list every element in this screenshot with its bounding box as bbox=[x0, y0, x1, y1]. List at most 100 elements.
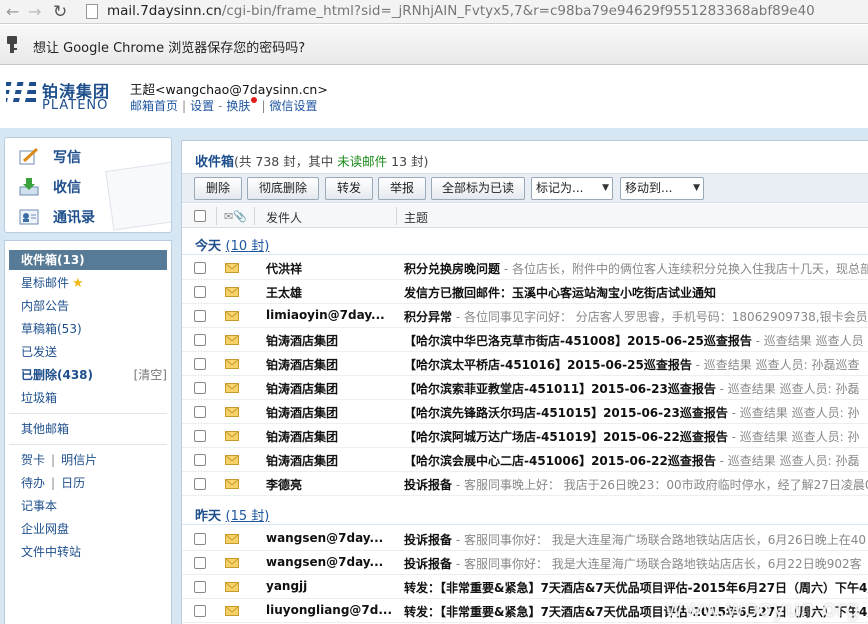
mail-row[interactable]: 铂涛酒店集团 【哈尔滨中华巴洛克草市街店-451008】2015-06-25巡查报… bbox=[182, 328, 868, 352]
row-subject-text: 【哈尔滨太平桥店-451016】2015-06-25巡查报告 bbox=[404, 358, 692, 372]
left-panel: 写信 收信 通讯录 收件箱(13) 星标邮件 ★ 内部公告 草稿箱(53) 已发送… bbox=[4, 137, 172, 624]
link-skin[interactable]: 换肤 bbox=[226, 99, 250, 113]
mark-as-select[interactable]: 标记为... ▼ bbox=[531, 177, 613, 200]
row-subject[interactable]: 投诉报备 - 客服同事你好： 我是大连星海广场联合路地铁站店店长，6月26日晚上… bbox=[404, 531, 866, 548]
folder-sent[interactable]: 已发送 bbox=[9, 342, 167, 362]
row-preview: - 客服同事晚上好： 我店于26日晚23：00市政府临时停水，经了解27日凌晨0 bbox=[452, 478, 868, 492]
tools-row-todo: 待办 | 日历 bbox=[21, 476, 86, 490]
mail-row[interactable]: wangsen@7day... 投诉报备 - 客服同事你好： 我是大连星海广场联合… bbox=[182, 551, 868, 575]
row-subject[interactable]: 【哈尔滨阿城万达广场店-451019】2015-06-22巡查报告 - 巡查结果… bbox=[404, 428, 859, 445]
mail-row[interactable]: 铂涛酒店集团 【哈尔滨先锋路沃尔玛店-451015】2015-06-23巡查报告 … bbox=[182, 400, 868, 424]
column-sender[interactable]: 发件人 bbox=[266, 209, 302, 226]
row-checkbox[interactable] bbox=[194, 382, 206, 394]
mail-row[interactable]: 铂涛酒店集团 【哈尔滨太平桥店-451016】2015-06-25巡查报告 - 巡… bbox=[182, 352, 868, 376]
row-subject[interactable]: 投诉报备 - 客服同事晚上好： 我店于26日晚23：00市政府临时停水，经了解2… bbox=[404, 476, 868, 493]
link-wechat-settings[interactable]: 微信设置 bbox=[269, 99, 317, 113]
row-checkbox[interactable] bbox=[194, 454, 206, 466]
link-card[interactable]: 贺卡 bbox=[21, 453, 45, 467]
clear-trash-link[interactable]: [清空] bbox=[134, 365, 167, 385]
envelope-icon bbox=[225, 407, 239, 417]
row-checkbox[interactable] bbox=[194, 406, 206, 418]
link-calendar[interactable]: 日历 bbox=[61, 476, 85, 490]
back-icon[interactable]: ← bbox=[6, 2, 19, 22]
folder-list: 收件箱(13) 星标邮件 ★ 内部公告 草稿箱(53) 已发送 已删除(438) [… bbox=[4, 240, 172, 624]
mail-row[interactable]: limiaoyin@7day... 积分异常 - 各位同事见字问好： 分店客人罗思… bbox=[182, 304, 868, 328]
row-checkbox[interactable] bbox=[194, 557, 206, 569]
forward-button[interactable]: 转发 bbox=[325, 177, 373, 200]
compose-button[interactable]: 写信 bbox=[19, 144, 81, 170]
move-to-select[interactable]: 移动到... ▼ bbox=[620, 177, 704, 200]
receive-button[interactable]: 收信 bbox=[19, 174, 81, 200]
unread-link[interactable]: 未读邮件 bbox=[337, 154, 387, 169]
row-subject[interactable]: 【哈尔滨中华巴洛克草市街店-451008】2015-06-25巡查报告 - 巡查… bbox=[404, 332, 864, 349]
envelope-icon bbox=[225, 455, 239, 465]
row-subject[interactable]: 【哈尔滨索菲亚教堂店-451011】2015-06-23巡查报告 - 巡查结果 … bbox=[404, 380, 859, 397]
folder-internal[interactable]: 内部公告 bbox=[9, 296, 167, 316]
row-subject[interactable]: 积分异常 - 各位同事见字问好： 分店客人罗思睿，手机号码：1806290973… bbox=[404, 308, 868, 325]
link-todo[interactable]: 待办 bbox=[21, 476, 45, 490]
row-subject[interactable]: 【哈尔滨太平桥店-451016】2015-06-25巡查报告 - 巡查结果 巡查… bbox=[404, 356, 859, 373]
select-all-checkbox[interactable] bbox=[194, 210, 206, 222]
row-subject[interactable]: 转发：【非常重要&紧急】7天酒店&7天优品项目评估-2015年6月27日（周六）… bbox=[404, 579, 868, 596]
row-checkbox[interactable] bbox=[194, 605, 206, 617]
row-checkbox[interactable] bbox=[194, 478, 206, 490]
row-checkbox[interactable] bbox=[194, 430, 206, 442]
report-button[interactable]: 举报 bbox=[378, 177, 426, 200]
row-subject[interactable]: 【哈尔滨先锋路沃尔玛店-451015】2015-06-23巡查报告 - 巡查结果… bbox=[404, 404, 859, 421]
row-preview: - 客服同事你好： 我是大连星海广场联合路地铁站店店长，6月22日晚902客 bbox=[452, 557, 862, 571]
link-settings[interactable]: 设置 bbox=[190, 99, 214, 113]
mail-row[interactable]: 王太雄 发信方已撤回邮件：玉溪中心客运站淘宝小吃街店试业通知 bbox=[182, 280, 868, 304]
group-today-count[interactable]: (10 封) bbox=[226, 239, 270, 254]
folder-starred[interactable]: 星标邮件 ★ bbox=[9, 273, 167, 293]
row-checkbox[interactable] bbox=[194, 358, 206, 370]
envelope-icon bbox=[225, 263, 239, 273]
address-bar[interactable]: mail.7daysinn.cn/cgi-bin/frame_html?sid=… bbox=[107, 3, 815, 19]
column-subject[interactable]: 主题 bbox=[404, 209, 428, 226]
mail-row[interactable]: 铂涛酒店集团 【哈尔滨阿城万达广场店-451019】2015-06-22巡查报告 … bbox=[182, 424, 868, 448]
row-subject[interactable]: 【哈尔滨会展中心二店-451006】2015-06-22巡查报告 - 巡查结果 … bbox=[404, 452, 859, 469]
row-checkbox[interactable] bbox=[194, 533, 206, 545]
folder-junk[interactable]: 垃圾箱 bbox=[9, 388, 167, 408]
folder-drafts[interactable]: 草稿箱(53) bbox=[9, 319, 167, 339]
link-notes[interactable]: 记事本 bbox=[9, 496, 167, 516]
delete-button[interactable]: 删除 bbox=[194, 177, 242, 200]
mark-all-read-button[interactable]: 全部标为已读 bbox=[431, 177, 525, 200]
row-checkbox[interactable] bbox=[194, 581, 206, 593]
row-sender: liuyongliang@7d... bbox=[266, 603, 393, 617]
row-sender: 代洪祥 bbox=[266, 262, 303, 276]
row-checkbox[interactable] bbox=[194, 334, 206, 346]
user-account: 王超<wangchao@7daysinn.cn> bbox=[130, 82, 328, 97]
row-subject-text: 【哈尔滨先锋路沃尔玛店-451015】2015-06-23巡查报告 bbox=[404, 406, 728, 420]
reload-icon[interactable]: ↻ bbox=[53, 2, 67, 22]
forward-icon[interactable]: → bbox=[28, 2, 41, 22]
mail-row[interactable]: 铂涛酒店集团 【哈尔滨索菲亚教堂店-451011】2015-06-23巡查报告 -… bbox=[182, 376, 868, 400]
row-checkbox[interactable] bbox=[194, 262, 206, 274]
mail-row[interactable]: yangjj 转发：【非常重要&紧急】7天酒店&7天优品项目评估-2015年6月2… bbox=[182, 575, 868, 599]
mail-row[interactable]: wangsen@7day... 投诉报备 - 客服同事你好： 我是大连星海广场联合… bbox=[182, 527, 868, 551]
folder-inbox[interactable]: 收件箱(13) bbox=[9, 250, 167, 270]
envelope-icon bbox=[225, 534, 239, 544]
mail-row[interactable]: 李德亮 投诉报备 - 客服同事晚上好： 我店于26日晚23：00市政府临时停水，经… bbox=[182, 472, 868, 496]
mail-row[interactable]: 铂涛酒店集团 【哈尔滨会展中心二店-451006】2015-06-22巡查报告 -… bbox=[182, 448, 868, 472]
row-subject[interactable]: 投诉报备 - 客服同事你好： 我是大连星海广场联合路地铁站店店长，6月22日晚9… bbox=[404, 555, 862, 572]
row-checkbox[interactable] bbox=[194, 286, 206, 298]
move-to-value: 移动到... bbox=[625, 181, 673, 195]
mail-list-panel: 收件箱(共 738 封，其中 未读邮件 13 封) 删除 彻底删除 转发 举报 … bbox=[181, 140, 868, 624]
link-transfer[interactable]: 文件中转站 bbox=[9, 542, 167, 562]
envelope-attachment-header-icon: ✉📎 bbox=[224, 210, 247, 223]
link-disk[interactable]: 企业网盘 bbox=[9, 519, 167, 539]
link-postcard[interactable]: 明信片 bbox=[61, 453, 97, 467]
url-path: /cgi-bin/frame_html?sid=_jRNhjAIN_Fvtyx5… bbox=[221, 3, 815, 19]
row-subject[interactable]: 积分兑换房晚问题 - 各位店长，附件中的俩位客人连续积分兑换入住我店十几天，现总… bbox=[404, 260, 868, 277]
row-preview: - 巡查结果 巡查人员: 孙磊巡查 bbox=[691, 358, 860, 372]
link-mail-home[interactable]: 邮箱首页 bbox=[130, 99, 178, 113]
mail-row[interactable]: 代洪祥 积分兑换房晚问题 - 各位店长，附件中的俩位客人连续积分兑换入住我店十几天… bbox=[182, 256, 868, 280]
folder-deleted[interactable]: 已删除(438) [清空] bbox=[9, 365, 167, 385]
row-subject[interactable]: 发信方已撤回邮件：玉溪中心客运站淘宝小吃街店试业通知 bbox=[404, 284, 716, 301]
contacts-button[interactable]: 通讯录 bbox=[19, 204, 95, 230]
chevron-down-icon: ▼ bbox=[602, 183, 609, 193]
folder-other[interactable]: 其他邮箱 bbox=[9, 419, 167, 439]
permanent-delete-button[interactable]: 彻底删除 bbox=[247, 177, 319, 200]
group-yesterday-count[interactable]: (15 封) bbox=[226, 509, 270, 524]
row-checkbox[interactable] bbox=[194, 310, 206, 322]
